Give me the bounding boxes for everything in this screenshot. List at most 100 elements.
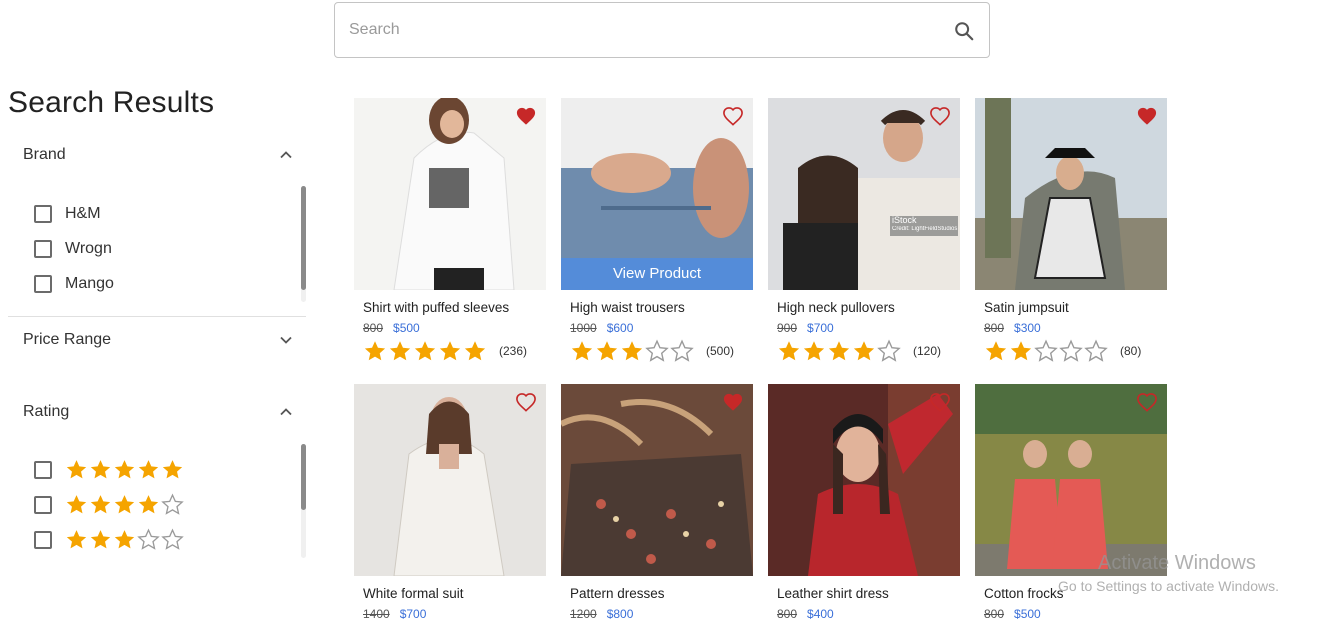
- star-filled-icon: [414, 341, 436, 361]
- photo-watermark-brand: iStock: [892, 215, 917, 225]
- product-card[interactable]: Shirt with puffed sleeves 800 $500 (236): [354, 98, 546, 363]
- product-card[interactable]: iStock Credit: LightFieldStudios High neck…: [768, 98, 960, 363]
- product-card[interactable]: White formal suit 1400 $700: [354, 384, 546, 621]
- search-input[interactable]: [349, 3, 929, 57]
- star-filled-icon: [439, 341, 461, 361]
- star-filled-icon: [778, 341, 800, 361]
- star-filled-icon: [90, 495, 111, 514]
- heart-outline-icon[interactable]: [722, 106, 744, 126]
- photo-watermark-credit: Credit: LightFieldStudios: [892, 225, 958, 232]
- chevron-up-icon: [280, 408, 292, 416]
- heart-outline-icon[interactable]: [929, 106, 951, 126]
- review-count: (120): [913, 344, 942, 358]
- star-empty-icon: [1084, 339, 1108, 362]
- chevron-up-icon: [280, 151, 292, 159]
- rating-option[interactable]: [34, 452, 294, 487]
- star-empty-icon: [1034, 339, 1058, 362]
- brand-checkbox-wrogn[interactable]: [34, 239, 52, 258]
- old-price: 800: [984, 607, 1005, 621]
- product-name[interactable]: Satin jumpsuit: [984, 300, 1167, 315]
- product-card[interactable]: Satin jumpsuit 800 $300 (80): [975, 98, 1167, 363]
- sale-price: $300: [1014, 321, 1041, 335]
- brand-checkbox-hm[interactable]: [34, 204, 52, 223]
- product-image[interactable]: iStock Credit: LightFieldStudios: [768, 98, 960, 290]
- product-image[interactable]: [561, 384, 753, 576]
- star-filled-icon: [803, 341, 825, 361]
- product-image[interactable]: [975, 98, 1167, 290]
- old-price: 800: [777, 607, 798, 621]
- rating-stars: [570, 339, 694, 363]
- rating-filter-header[interactable]: Rating: [23, 397, 293, 427]
- heart-filled-icon[interactable]: [1136, 106, 1158, 126]
- review-count: (80): [1120, 344, 1142, 358]
- price-filter-header[interactable]: Price Range: [23, 325, 293, 355]
- heart-outline-icon[interactable]: [1136, 392, 1158, 412]
- star-empty-icon: [161, 493, 184, 515]
- product-card[interactable]: Leather shirt dress 800 $400: [768, 384, 960, 621]
- brand-option-label: Wrogn: [65, 239, 112, 257]
- rating-filter-label: Rating: [23, 403, 70, 420]
- brand-filter-header[interactable]: Brand: [23, 140, 293, 170]
- star-empty-icon: [161, 528, 184, 550]
- brand-option[interactable]: Wrogn: [34, 231, 294, 266]
- brand-checkbox-mango[interactable]: [34, 274, 52, 293]
- product-image[interactable]: View Product: [561, 98, 753, 290]
- product-image[interactable]: [354, 98, 546, 290]
- star-filled-icon: [621, 341, 643, 361]
- old-price: 800: [363, 321, 384, 335]
- product-photo: [354, 98, 546, 290]
- brand-scrollbar[interactable]: [301, 186, 306, 302]
- rating-checkbox[interactable]: [34, 530, 52, 549]
- rating-option[interactable]: [34, 522, 294, 557]
- rating-option[interactable]: [34, 487, 294, 522]
- product-name[interactable]: Shirt with puffed sleeves: [363, 300, 546, 315]
- heart-filled-icon[interactable]: [722, 392, 744, 412]
- view-product-button[interactable]: View Product: [561, 258, 753, 290]
- heart-outline-icon[interactable]: [929, 392, 951, 412]
- product-name[interactable]: High neck pullovers: [777, 300, 960, 315]
- brand-option-label: H&M: [65, 204, 101, 222]
- divider: [8, 316, 306, 317]
- star-filled-icon: [138, 495, 159, 514]
- product-name[interactable]: Leather shirt dress: [777, 586, 960, 601]
- price-row: 800 $500: [984, 607, 1167, 621]
- heart-filled-icon[interactable]: [515, 106, 537, 126]
- rating-scrollbar-thumb[interactable]: [301, 444, 306, 510]
- star-empty-icon: [1059, 339, 1083, 362]
- rating-checkbox[interactable]: [34, 495, 52, 514]
- product-card[interactable]: View Product High waist trousers 1000 $600 (…: [561, 98, 753, 363]
- product-photo: [768, 384, 960, 576]
- rating-scrollbar[interactable]: [301, 444, 306, 558]
- rating-checkbox[interactable]: [34, 460, 52, 479]
- star-empty-icon: [670, 339, 694, 362]
- brand-option[interactable]: H&M: [34, 196, 294, 231]
- brand-filter-label: Brand: [23, 146, 66, 163]
- rating-stars: [777, 339, 901, 363]
- heart-outline-icon[interactable]: [515, 392, 537, 412]
- old-price: 900: [777, 321, 798, 335]
- price-row: 1400 $700: [363, 607, 546, 621]
- star-filled-icon: [66, 460, 87, 479]
- old-price: 1000: [570, 321, 597, 335]
- product-card[interactable]: Cotton frocks 800 $500: [975, 384, 1167, 621]
- sale-price: $800: [606, 607, 634, 621]
- product-name[interactable]: High waist trousers: [570, 300, 753, 315]
- product-image[interactable]: [768, 384, 960, 576]
- star-filled-icon: [90, 530, 111, 549]
- brand-scrollbar-thumb[interactable]: [301, 186, 306, 290]
- product-image[interactable]: [354, 384, 546, 576]
- search-box[interactable]: [334, 2, 990, 58]
- brand-option[interactable]: Mango: [34, 266, 294, 301]
- product-name[interactable]: Pattern dresses: [570, 586, 753, 601]
- star-filled-icon: [596, 341, 618, 361]
- product-name[interactable]: Cotton frocks: [984, 586, 1167, 601]
- product-card[interactable]: Pattern dresses 1200 $800: [561, 384, 753, 621]
- product-photo: [975, 384, 1167, 576]
- product-image[interactable]: [975, 384, 1167, 576]
- chevron-down-icon: [280, 336, 292, 344]
- search-icon[interactable]: [953, 20, 975, 42]
- star-filled-icon: [162, 460, 183, 479]
- star-filled-icon: [985, 341, 1007, 361]
- product-name[interactable]: White formal suit: [363, 586, 546, 601]
- price-filter-label: Price Range: [23, 331, 112, 348]
